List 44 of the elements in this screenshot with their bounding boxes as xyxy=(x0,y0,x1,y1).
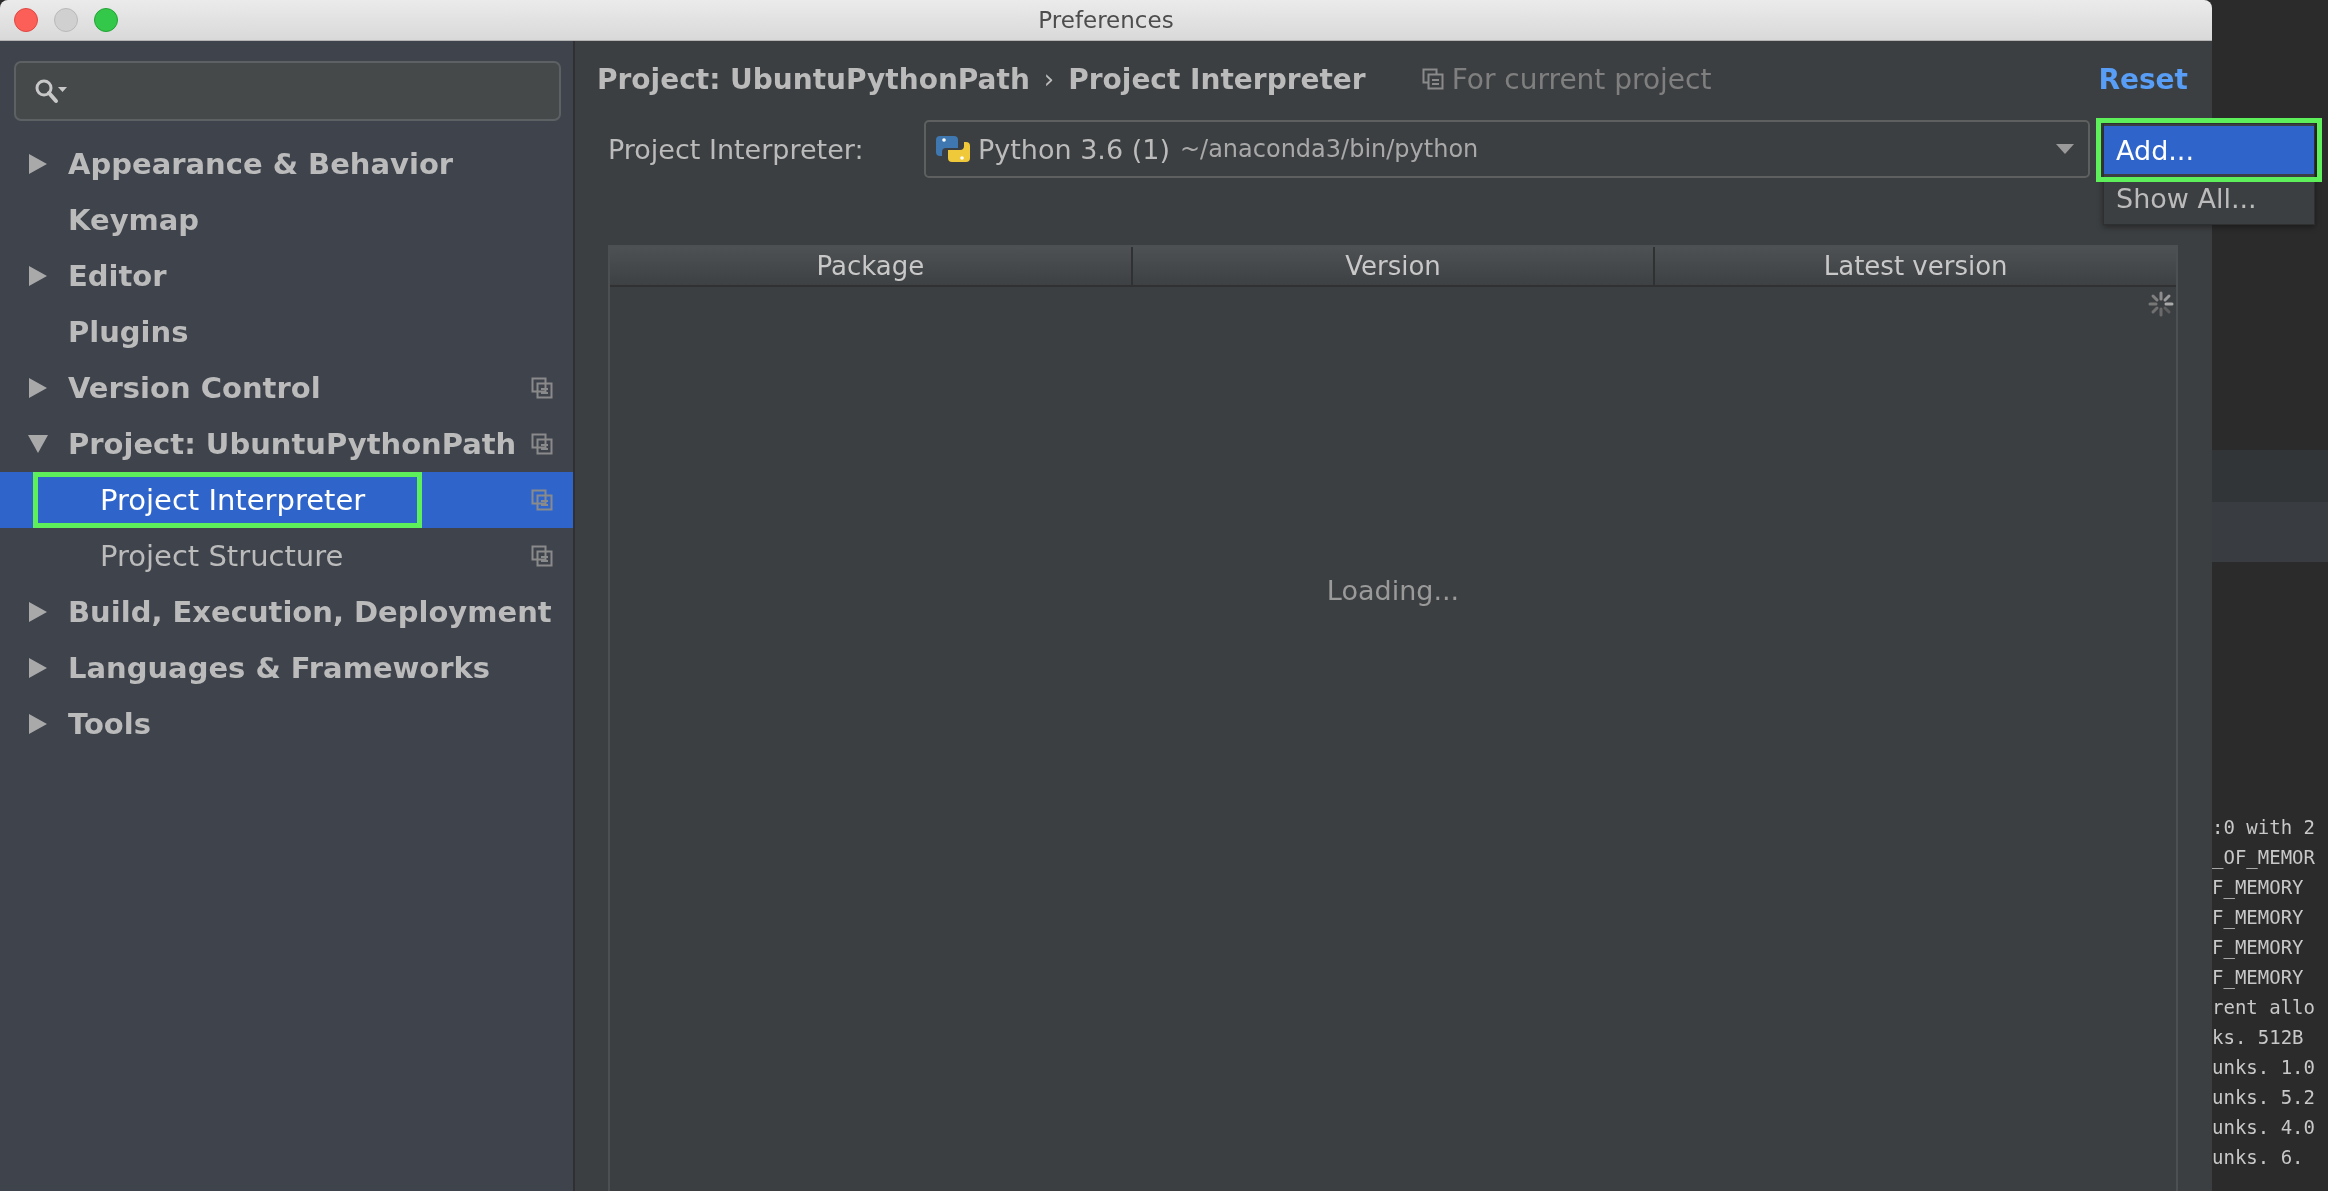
interpreter-label: Project Interpreter: xyxy=(608,133,865,165)
column-header[interactable]: Version xyxy=(1132,247,1656,285)
caret-icon xyxy=(2056,144,2074,154)
terminal-line: F_MEMORY xyxy=(2212,905,2305,931)
reset-link[interactable]: Reset xyxy=(2098,62,2188,96)
search-field[interactable] xyxy=(14,61,561,121)
menu-item[interactable]: Show All... xyxy=(2104,174,2314,222)
loading-spinner-icon xyxy=(2148,291,2174,317)
breadcrumb-parent[interactable]: Project: UbuntuPythonPath xyxy=(597,62,1030,96)
terminal-line: :0 with 2 xyxy=(2212,815,2316,840)
breadcrumb-separator: › xyxy=(1043,64,1055,94)
window-title: Preferences xyxy=(1038,7,1174,33)
terminal-line: _OF_MEMOR xyxy=(2212,845,2316,871)
tree-item[interactable]: Keymap xyxy=(0,192,573,248)
tree-item[interactable]: Plugins xyxy=(0,304,573,360)
breadcrumb-current: Project Interpreter xyxy=(1068,62,1366,96)
search-icon xyxy=(34,78,68,104)
loading-text: Loading... xyxy=(1326,575,1460,608)
tree-item[interactable]: Project Structure xyxy=(0,528,573,584)
terminal-line: F_MEMORY xyxy=(2212,935,2305,961)
terminal-line: unks. 1.0 xyxy=(2212,1055,2316,1080)
zoom-button[interactable] xyxy=(94,8,118,32)
terminal-line: unks. 5.2 xyxy=(2212,1085,2316,1110)
copy-icon xyxy=(1421,68,1444,90)
terminal-line: unks. 6. xyxy=(2212,1145,2305,1170)
tree-item[interactable]: Build, Execution, Deployment xyxy=(0,584,573,640)
tree-item[interactable]: Tools xyxy=(0,696,573,752)
tree-item[interactable]: Project Interpreter xyxy=(0,472,573,528)
tree-item[interactable]: Project: UbuntuPythonPath xyxy=(0,416,573,472)
tree-item[interactable]: Appearance & Behavior xyxy=(0,136,573,192)
terminal-line: rent allo xyxy=(2212,995,2316,1020)
close-button[interactable] xyxy=(14,8,38,32)
tree-item[interactable]: Version Control xyxy=(0,360,573,416)
tree-item[interactable]: Languages & Frameworks xyxy=(0,640,573,696)
terminal-line: ks. 512B xyxy=(2212,1025,2305,1050)
minimize-button[interactable] xyxy=(54,8,78,32)
terminal-line: F_MEMORY xyxy=(2212,875,2305,901)
tree-item[interactable]: Editor xyxy=(0,248,573,304)
column-header[interactable]: Latest version xyxy=(1655,247,2176,285)
column-header[interactable]: Package xyxy=(610,247,1133,285)
scope-note: For current project xyxy=(1451,62,1712,96)
terminal-line: unks. 4.0 xyxy=(2212,1115,2316,1140)
terminal-line: F_MEMORY xyxy=(2212,965,2305,991)
interpreter-dropdown[interactable]: Python 3.6 (1) ~/anaconda3/bin/python xyxy=(924,120,2090,178)
